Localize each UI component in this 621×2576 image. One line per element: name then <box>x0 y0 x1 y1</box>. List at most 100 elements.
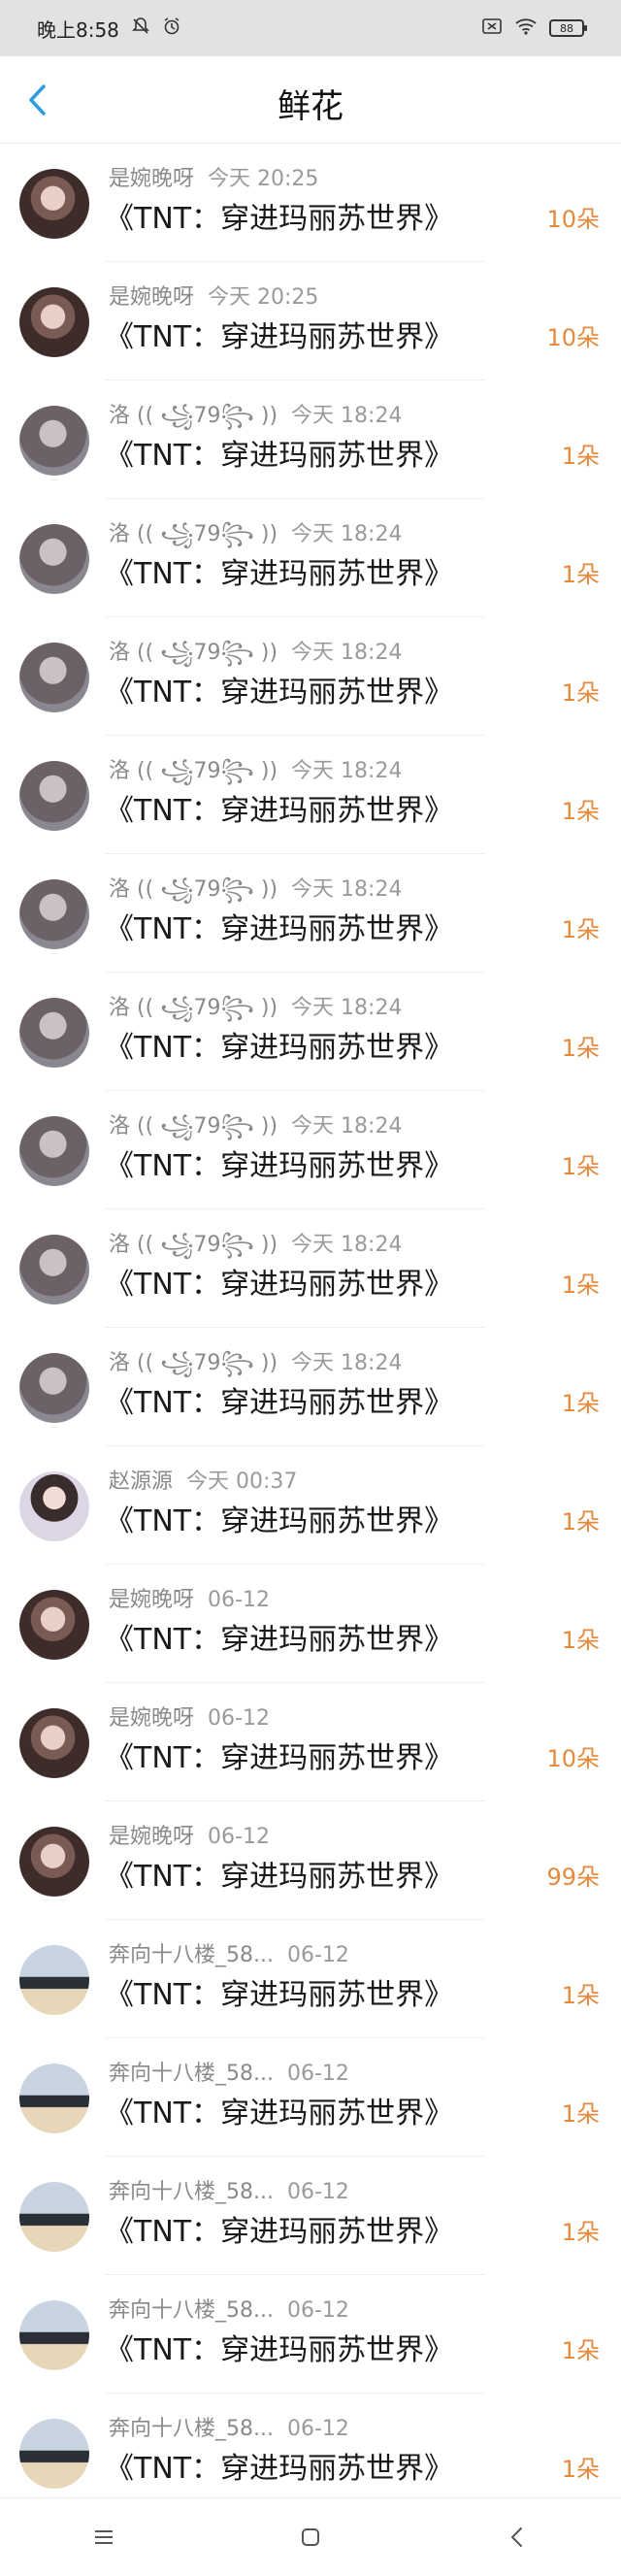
book-title[interactable]: 《TNT：穿进玛丽苏世界》 <box>105 431 453 474</box>
list-item[interactable]: 是婉晚呀 今天 20:25 《TNT：穿进玛丽苏世界》 10朵 <box>0 262 621 380</box>
avatar[interactable] <box>19 643 89 712</box>
user-name[interactable]: 奔向十八楼_58... <box>109 2180 274 2204</box>
list-item[interactable]: 洛 (( ꧁79꧂ )) 今天 18:24 《TNT：穿进玛丽苏世界》 1朵 <box>0 973 621 1091</box>
user-name[interactable]: 是婉晚呀 <box>109 285 194 310</box>
list-item[interactable]: 奔向十八楼_58... 06-12 《TNT：穿进玛丽苏世界》 1朵 <box>0 2394 621 2512</box>
list-item[interactable]: 洛 (( ꧁79꧂ )) 今天 18:24 《TNT：穿进玛丽苏世界》 1朵 <box>0 1328 621 1446</box>
list-item[interactable]: 奔向十八楼_58... 06-12 《TNT：穿进玛丽苏世界》 1朵 <box>0 2038 621 2157</box>
book-title[interactable]: 《TNT：穿进玛丽苏世界》 <box>105 1970 453 2013</box>
item-meta: 奔向十八楼_58... 06-12 <box>109 2411 349 2442</box>
system-nav-bar <box>0 2497 621 2576</box>
book-title[interactable]: 《TNT：穿进玛丽苏世界》 <box>105 549 453 592</box>
avatar[interactable] <box>19 761 89 831</box>
list-item[interactable]: 洛 (( ꧁79꧂ )) 今天 18:24 《TNT：穿进玛丽苏世界》 1朵 <box>0 380 621 499</box>
avatar[interactable] <box>19 2182 89 2252</box>
avatar[interactable] <box>19 406 89 476</box>
timestamp: 今天 20:25 <box>208 167 319 191</box>
user-name[interactable]: 是婉晚呀 <box>109 167 194 191</box>
user-name[interactable]: 奔向十八楼_58... <box>109 2417 274 2441</box>
user-name[interactable]: 洛 (( ꧁79꧂ )) <box>109 404 278 428</box>
avatar[interactable] <box>19 1945 89 2015</box>
flower-count: 1朵 <box>561 2219 600 2246</box>
user-name[interactable]: 洛 (( ꧁79꧂ )) <box>109 877 278 902</box>
header: 鲜花 <box>0 56 621 144</box>
user-name[interactable]: 洛 (( ꧁79꧂ )) <box>109 759 278 783</box>
book-title[interactable]: 《TNT：穿进玛丽苏世界》 <box>105 1497 453 1539</box>
avatar[interactable] <box>19 2064 89 2133</box>
user-name[interactable]: 奔向十八楼_58... <box>109 2062 274 2086</box>
book-title[interactable]: 《TNT：穿进玛丽苏世界》 <box>105 194 453 237</box>
user-name[interactable]: 是婉晚呀 <box>109 1825 194 1849</box>
user-name[interactable]: 洛 (( ꧁79꧂ )) <box>109 1114 278 1139</box>
book-title[interactable]: 《TNT：穿进玛丽苏世界》 <box>105 1852 453 1895</box>
user-name[interactable]: 赵源源 <box>109 1470 173 1494</box>
list-item[interactable]: 赵源源 今天 00:37 《TNT：穿进玛丽苏世界》 1朵 <box>0 1446 621 1565</box>
list-item[interactable]: 洛 (( ꧁79꧂ )) 今天 18:24 《TNT：穿进玛丽苏世界》 1朵 <box>0 1091 621 1209</box>
book-title[interactable]: 《TNT：穿进玛丽苏世界》 <box>105 2444 453 2487</box>
item-meta: 是婉晚呀 06-12 <box>109 1701 270 1732</box>
book-title[interactable]: 《TNT：穿进玛丽苏世界》 <box>105 2207 453 2250</box>
status-time: 晚上8:58 <box>37 17 119 42</box>
user-name[interactable]: 洛 (( ꧁79꧂ )) <box>109 1351 278 1375</box>
book-title[interactable]: 《TNT：穿进玛丽苏世界》 <box>105 313 453 355</box>
book-title[interactable]: 《TNT：穿进玛丽苏世界》 <box>105 2326 453 2368</box>
item-meta: 是婉晚呀 06-12 <box>109 1819 270 1850</box>
flower-count: 1朵 <box>561 916 600 943</box>
avatar[interactable] <box>19 1827 89 1897</box>
user-name[interactable]: 洛 (( ꧁79꧂ )) <box>109 641 278 665</box>
timestamp: 06-12 <box>208 1825 270 1849</box>
home-button[interactable] <box>281 2508 340 2566</box>
user-name[interactable]: 洛 (( ꧁79꧂ )) <box>109 1233 278 1257</box>
book-title[interactable]: 《TNT：穿进玛丽苏世界》 <box>105 786 453 829</box>
user-name[interactable]: 奔向十八楼_58... <box>109 1943 274 1967</box>
back-nav-button[interactable] <box>488 2508 546 2566</box>
list-item[interactable]: 是婉晚呀 06-12 《TNT：穿进玛丽苏世界》 1朵 <box>0 1565 621 1683</box>
avatar[interactable] <box>19 169 89 239</box>
page-title: 鲜花 <box>278 87 343 126</box>
user-name[interactable]: 是婉晚呀 <box>109 1706 194 1731</box>
list-item[interactable]: 是婉晚呀 今天 20:25 《TNT：穿进玛丽苏世界》 10朵 <box>0 144 621 262</box>
book-title[interactable]: 《TNT：穿进玛丽苏世界》 <box>105 1734 453 1776</box>
list-item[interactable]: 洛 (( ꧁79꧂ )) 今天 18:24 《TNT：穿进玛丽苏世界》 1朵 <box>0 1209 621 1328</box>
book-title[interactable]: 《TNT：穿进玛丽苏世界》 <box>105 905 453 947</box>
book-title[interactable]: 《TNT：穿进玛丽苏世界》 <box>105 2089 453 2131</box>
list-item[interactable]: 奔向十八楼_58... 06-12 《TNT：穿进玛丽苏世界》 1朵 <box>0 2157 621 2275</box>
flower-count: 1朵 <box>561 1271 600 1299</box>
flower-count: 1朵 <box>561 1627 600 1654</box>
user-name[interactable]: 是婉晚呀 <box>109 1588 194 1612</box>
flower-count: 1朵 <box>561 1153 600 1180</box>
book-title[interactable]: 《TNT：穿进玛丽苏世界》 <box>105 1615 453 1658</box>
user-name[interactable]: 洛 (( ꧁79꧂ )) <box>109 522 278 546</box>
book-title[interactable]: 《TNT：穿进玛丽苏世界》 <box>105 1378 453 1421</box>
avatar[interactable] <box>19 1235 89 1305</box>
menu-button[interactable] <box>75 2508 133 2566</box>
avatar[interactable] <box>19 524 89 594</box>
book-title[interactable]: 《TNT：穿进玛丽苏世界》 <box>105 1141 453 1184</box>
avatar[interactable] <box>19 2300 89 2370</box>
avatar[interactable] <box>19 1353 89 1423</box>
flower-count: 1朵 <box>561 1982 600 2009</box>
list-item[interactable]: 洛 (( ꧁79꧂ )) 今天 18:24 《TNT：穿进玛丽苏世界》 1朵 <box>0 736 621 854</box>
avatar[interactable] <box>19 287 89 357</box>
list-item[interactable]: 是婉晚呀 06-12 《TNT：穿进玛丽苏世界》 10朵 <box>0 1683 621 1801</box>
list-item[interactable]: 奔向十八楼_58... 06-12 《TNT：穿进玛丽苏世界》 1朵 <box>0 2275 621 2394</box>
book-title[interactable]: 《TNT：穿进玛丽苏世界》 <box>105 1260 453 1303</box>
list-item[interactable]: 洛 (( ꧁79꧂ )) 今天 18:24 《TNT：穿进玛丽苏世界》 1朵 <box>0 854 621 973</box>
avatar[interactable] <box>19 998 89 1068</box>
timestamp: 今天 18:24 <box>291 404 403 428</box>
avatar[interactable] <box>19 1590 89 1660</box>
book-title[interactable]: 《TNT：穿进玛丽苏世界》 <box>105 668 453 710</box>
avatar[interactable] <box>19 1708 89 1778</box>
flower-count: 1朵 <box>561 1035 600 1062</box>
avatar[interactable] <box>19 879 89 949</box>
avatar[interactable] <box>19 2419 89 2489</box>
user-name[interactable]: 洛 (( ꧁79꧂ )) <box>109 996 278 1020</box>
list-item[interactable]: 洛 (( ꧁79꧂ )) 今天 18:24 《TNT：穿进玛丽苏世界》 1朵 <box>0 499 621 617</box>
user-name[interactable]: 奔向十八楼_58... <box>109 2298 274 2323</box>
avatar[interactable] <box>19 1116 89 1186</box>
list-item[interactable]: 奔向十八楼_58... 06-12 《TNT：穿进玛丽苏世界》 1朵 <box>0 1920 621 2038</box>
list-item[interactable]: 是婉晚呀 06-12 《TNT：穿进玛丽苏世界》 99朵 <box>0 1801 621 1920</box>
avatar[interactable] <box>19 1471 89 1541</box>
list-item[interactable]: 洛 (( ꧁79꧂ )) 今天 18:24 《TNT：穿进玛丽苏世界》 1朵 <box>0 617 621 736</box>
book-title[interactable]: 《TNT：穿进玛丽苏世界》 <box>105 1023 453 1066</box>
